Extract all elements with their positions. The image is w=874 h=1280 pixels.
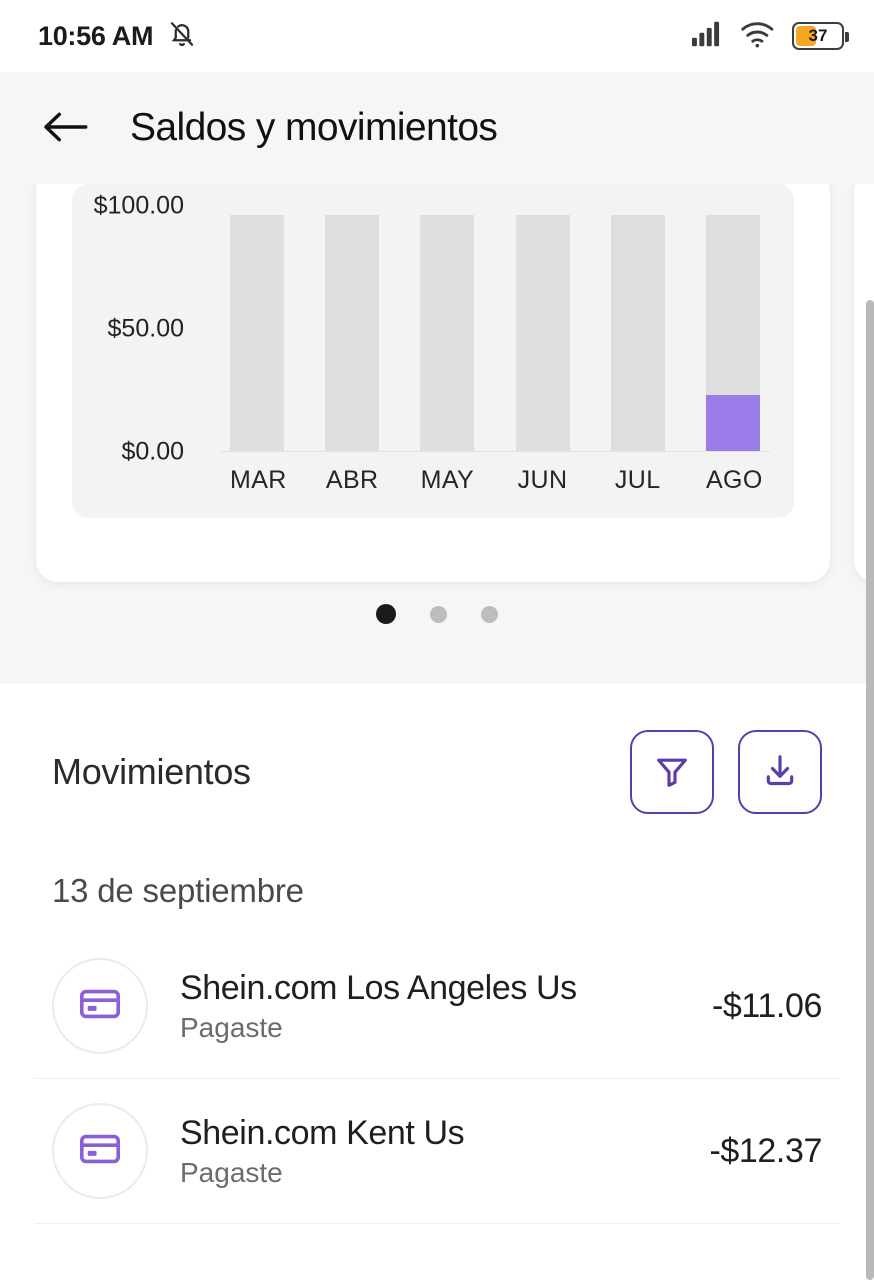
transaction-amount: -$11.06 xyxy=(712,986,822,1025)
chart-bar-mar[interactable] xyxy=(230,215,284,451)
carousel-dot-3[interactable] xyxy=(481,605,498,623)
bar-track xyxy=(705,215,760,451)
transaction-amount: -$12.37 xyxy=(709,1131,822,1170)
x-axis-tick-ago: AGO xyxy=(705,466,763,494)
table-row[interactable]: Shein.com Kent Us Pagaste -$12.37 xyxy=(34,1079,840,1224)
status-clock: 10:56 AM xyxy=(38,20,154,51)
credit-card-icon xyxy=(77,1126,123,1177)
movements-header: Movimientos xyxy=(34,684,840,814)
transaction-status: Pagaste xyxy=(180,1011,283,1043)
cellular-signal-icon xyxy=(692,21,724,52)
carousel-cards-strip: $100.00 $50.00 $0.00 MAR ABR MAY JUN JUL… xyxy=(0,184,874,582)
carousel-dot-1[interactable] xyxy=(376,604,396,624)
balance-chart-card[interactable]: $100.00 $50.00 $0.00 MAR ABR MAY JUN JUL… xyxy=(36,184,830,582)
chart-y-axis: $100.00 $50.00 $0.00 xyxy=(72,192,192,466)
table-row[interactable]: Shein.com Los Angeles Us Pagaste -$11.06 xyxy=(34,934,840,1079)
x-axis-tick-mar: MAR xyxy=(230,466,287,494)
filter-button[interactable] xyxy=(630,730,714,814)
status-bar-right: 37 xyxy=(692,20,849,53)
bar-fill xyxy=(705,395,760,451)
back-button[interactable] xyxy=(34,97,96,159)
status-bar: 10:56 AM 37 xyxy=(0,0,874,72)
movements-actions xyxy=(630,730,822,814)
chart-bar-jun[interactable] xyxy=(515,215,570,451)
carousel-dot-2[interactable] xyxy=(430,605,447,623)
chart-bar-ago[interactable] xyxy=(705,215,760,451)
x-axis-tick-may: MAY xyxy=(420,466,475,494)
bar-track xyxy=(230,215,284,451)
transaction-details: Shein.com Kent Us Pagaste xyxy=(148,1114,695,1189)
avatar xyxy=(52,958,148,1054)
arrow-left-icon xyxy=(42,110,88,147)
transaction-status: Pagaste xyxy=(180,1156,283,1188)
chart-x-axis: MAR ABR MAY JUN JUL AGO xyxy=(220,452,770,495)
balance-chart-card-next[interactable] xyxy=(854,184,874,582)
page-title: Saldos y movimientos xyxy=(130,106,498,149)
balance-chart-carousel[interactable]: $100.00 $50.00 $0.00 MAR ABR MAY JUN JUL… xyxy=(0,184,874,684)
transaction-name: Shein.com Kent Us xyxy=(180,1113,465,1152)
bar-track xyxy=(515,215,570,451)
wifi-icon xyxy=(740,20,776,53)
y-axis-tick-50: $50.00 xyxy=(107,314,184,343)
y-axis-tick-0: $0.00 xyxy=(121,437,184,466)
battery-percent-label: 37 xyxy=(808,26,828,45)
transaction-name: Shein.com Los Angeles Us xyxy=(180,968,577,1007)
chart-bar-jul[interactable] xyxy=(610,215,665,451)
bar-track xyxy=(420,215,475,451)
chart-plot-area xyxy=(220,206,770,452)
chart-panel: $100.00 $50.00 $0.00 MAR ABR MAY JUN JUL… xyxy=(72,184,794,518)
chart-bar-abr[interactable] xyxy=(325,215,380,451)
movements-title: Movimientos xyxy=(52,751,251,792)
download-button[interactable] xyxy=(738,730,822,814)
transaction-details: Shein.com Los Angeles Us Pagaste xyxy=(148,969,698,1044)
carousel-pagination xyxy=(0,582,874,624)
transaction-date-group: 13 de septiembre xyxy=(52,872,304,909)
battery-icon: 37 xyxy=(792,22,849,50)
x-axis-tick-jun: JUN xyxy=(517,466,568,494)
x-axis-tick-jul: JUL xyxy=(614,466,661,494)
filter-funnel-icon xyxy=(652,751,692,794)
x-axis-tick-abr: ABR xyxy=(325,466,379,494)
credit-card-icon xyxy=(77,981,123,1032)
bar-track xyxy=(325,215,380,451)
movements-section: Movimientos 13 de septiembre Shein.com L… xyxy=(0,684,874,1224)
bar-track xyxy=(610,215,665,451)
chart-bar-may[interactable] xyxy=(420,215,475,451)
transaction-list: Shein.com Los Angeles Us Pagaste -$11.06… xyxy=(34,910,840,1224)
app-header: Saldos y movimientos xyxy=(0,72,874,184)
chart-inner: $100.00 $50.00 $0.00 MAR ABR MAY JUN JUL… xyxy=(72,184,794,518)
avatar xyxy=(52,1103,148,1199)
download-icon xyxy=(760,751,800,794)
status-bar-left: 10:56 AM xyxy=(38,19,197,54)
bell-muted-icon xyxy=(167,19,197,54)
y-axis-tick-100: $100.00 xyxy=(93,191,184,220)
